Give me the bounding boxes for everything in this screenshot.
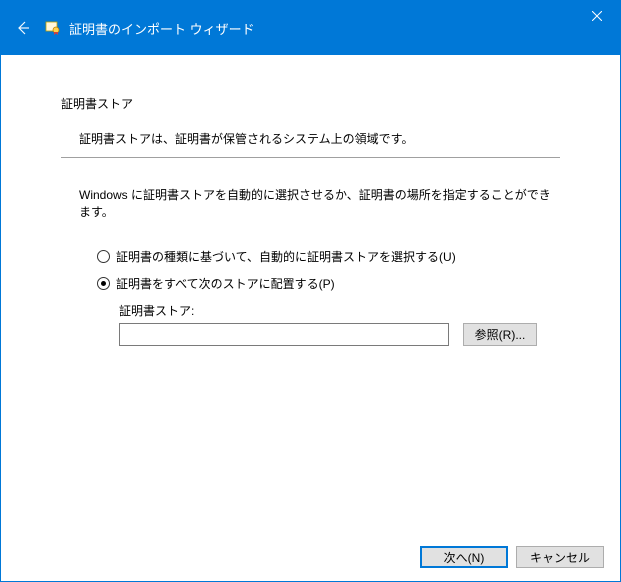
certificate-icon (45, 20, 61, 36)
title-area: 証明書のインポート ウィザード (45, 19, 255, 38)
radio-auto-label: 証明書の種類に基づいて、自動的に証明書ストアを選択する(U) (116, 248, 456, 265)
cancel-button[interactable]: キャンセル (516, 546, 604, 568)
browse-button[interactable]: 参照(R)... (463, 323, 537, 346)
titlebar: 証明書のインポート ウィザード (1, 1, 620, 55)
section-description: 証明書ストアは、証明書が保管されるシステム上の領域です。 (61, 130, 560, 157)
window-title: 証明書のインポート ウィザード (69, 19, 255, 38)
footer: 次へ(N) キャンセル (1, 533, 620, 581)
radio-manual-label: 証明書をすべて次のストアに配置する(P) (116, 275, 335, 292)
divider (61, 157, 560, 158)
radio-auto[interactable] (97, 250, 110, 263)
store-block: 証明書ストア: 参照(R)... (61, 302, 560, 346)
back-button[interactable] (1, 1, 45, 55)
store-label: 証明書ストア: (119, 302, 560, 319)
store-input[interactable] (119, 323, 449, 346)
radio-manual-row[interactable]: 証明書をすべて次のストアに配置する(P) (97, 275, 560, 292)
help-text: Windows に証明書ストアを自動的に選択させるか、証明書の場所を指定すること… (61, 186, 560, 220)
next-button[interactable]: 次へ(N) (420, 546, 508, 568)
close-icon (592, 11, 602, 21)
radio-group: 証明書の種類に基づいて、自動的に証明書ストアを選択する(U) 証明書をすべて次の… (61, 248, 560, 292)
radio-auto-row[interactable]: 証明書の種類に基づいて、自動的に証明書ストアを選択する(U) (97, 248, 560, 265)
back-arrow-icon (15, 20, 31, 36)
wizard-window: 証明書のインポート ウィザード 証明書ストア 証明書ストアは、証明書が保管される… (0, 0, 621, 582)
section-title: 証明書ストア (61, 95, 560, 112)
store-row: 参照(R)... (119, 323, 560, 346)
radio-manual[interactable] (97, 277, 110, 290)
content-area: 証明書ストア 証明書ストアは、証明書が保管されるシステム上の領域です。 Wind… (1, 55, 620, 533)
close-button[interactable] (574, 1, 620, 31)
